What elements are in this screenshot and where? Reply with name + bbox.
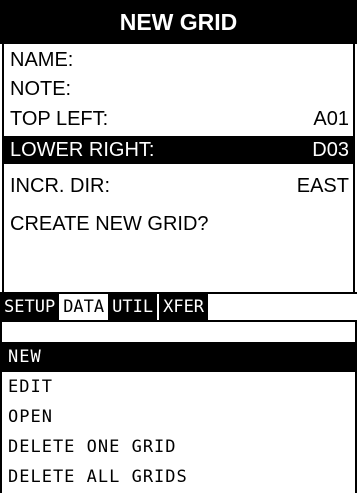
menu-item-delete-all-grids[interactable]: DELETE ALL GRIDS: [2, 462, 355, 492]
menu-item-open[interactable]: OPEN: [2, 402, 355, 432]
menu-item-new-label: NEW: [8, 347, 42, 367]
tab-setup-label: SETUP: [4, 297, 56, 317]
field-note-label: NOTE:: [10, 77, 72, 100]
field-top-left[interactable]: TOP LEFT: A01: [4, 105, 353, 133]
screen-title: NEW GRID: [0, 0, 357, 44]
field-incr-dir-label: INCR. DIR:: [10, 174, 110, 197]
tab-util[interactable]: UTIL: [108, 294, 158, 320]
menu-item-edit[interactable]: EDIT: [2, 372, 355, 402]
field-incr-dir-value: EAST: [296, 174, 349, 197]
field-lower-right[interactable]: LOWER RIGHT: D03: [4, 136, 353, 164]
data-menu-list: NEW EDIT OPEN DELETE ONE GRID DELETE ALL…: [0, 322, 357, 493]
tab-xfer-label: XFER: [163, 297, 205, 317]
menu-item-delete-one-grid[interactable]: DELETE ONE GRID: [2, 432, 355, 462]
grid-settings-panel: NAME: NOTE: TOP LEFT: A01 LOWER RIGHT: D…: [2, 44, 355, 292]
tab-data-label: DATA: [63, 297, 105, 317]
field-lower-right-value: D03: [312, 138, 349, 161]
tab-setup[interactable]: SETUP: [0, 294, 60, 320]
menu-item-edit-label: EDIT: [8, 377, 53, 397]
menu-item-delete-one-grid-label: DELETE ONE GRID: [8, 437, 177, 457]
tab-util-label: UTIL: [112, 297, 154, 317]
field-name-label: NAME:: [10, 48, 74, 71]
device-screen: NEW GRID NAME: NOTE: TOP LEFT: A01 LOWER…: [0, 0, 357, 493]
menu-item-new[interactable]: NEW: [2, 342, 355, 372]
screen-title-text: NEW GRID: [119, 8, 238, 35]
menu-tab-bar: SETUP DATA UTIL XFER: [0, 292, 357, 322]
create-grid-prompt: CREATE NEW GRID?: [10, 213, 209, 235]
field-lower-right-label: LOWER RIGHT:: [10, 138, 155, 161]
field-top-left-value: A01: [313, 107, 349, 130]
tab-data[interactable]: DATA: [59, 294, 109, 320]
menu-item-open-label: OPEN: [8, 407, 53, 427]
field-top-left-label: TOP LEFT:: [10, 107, 109, 130]
field-incr-dir[interactable]: INCR. DIR: EAST: [4, 172, 353, 200]
field-name[interactable]: NAME:: [4, 46, 353, 74]
field-note[interactable]: NOTE:: [4, 75, 353, 103]
tab-xfer[interactable]: XFER: [159, 294, 209, 320]
menu-item-delete-all-grids-label: DELETE ALL GRIDS: [8, 467, 188, 487]
